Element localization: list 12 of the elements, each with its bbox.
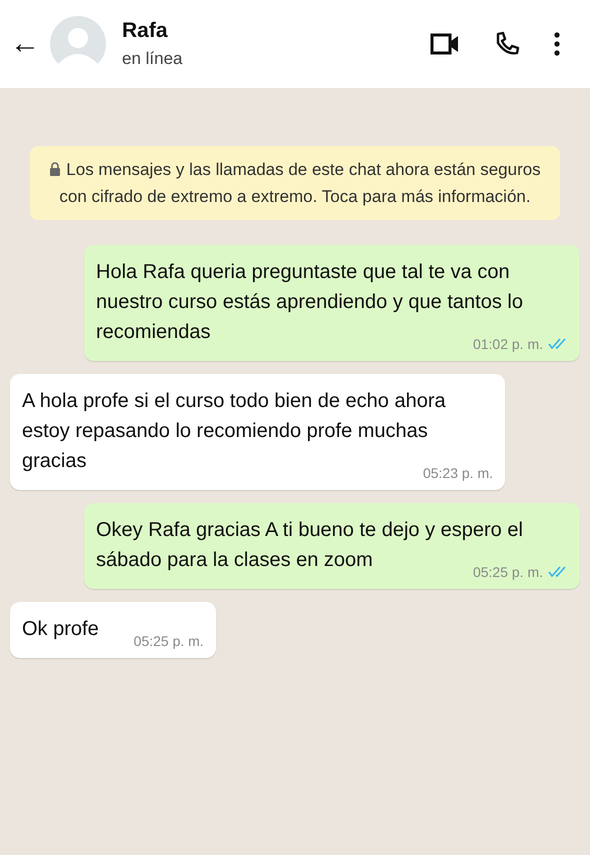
contact-status: en línea bbox=[122, 49, 184, 69]
message-text: Ok profe bbox=[22, 618, 99, 640]
video-call-icon[interactable] bbox=[430, 33, 460, 55]
message-time: 05:25 p. m. bbox=[134, 632, 204, 650]
encryption-notice[interactable]: Los mensajes y las llamadas de este chat ahora están seguros con cifrado de extremo a extremo. Toca para más información. bbox=[30, 146, 560, 220]
message-bubble[interactable]: Ok profe 05:25 p. m. bbox=[10, 602, 216, 658]
notice-text: Los mensajes y las llamadas de este chat ahora están seguros con cifrado de extremo a extremo. Toca para más información. bbox=[59, 160, 541, 206]
lock-icon bbox=[49, 162, 62, 176]
phone-icon[interactable] bbox=[494, 31, 520, 57]
back-button[interactable]: ← bbox=[10, 29, 40, 59]
contact-name: Rafa bbox=[122, 19, 169, 43]
menu-icon[interactable] bbox=[554, 32, 560, 56]
